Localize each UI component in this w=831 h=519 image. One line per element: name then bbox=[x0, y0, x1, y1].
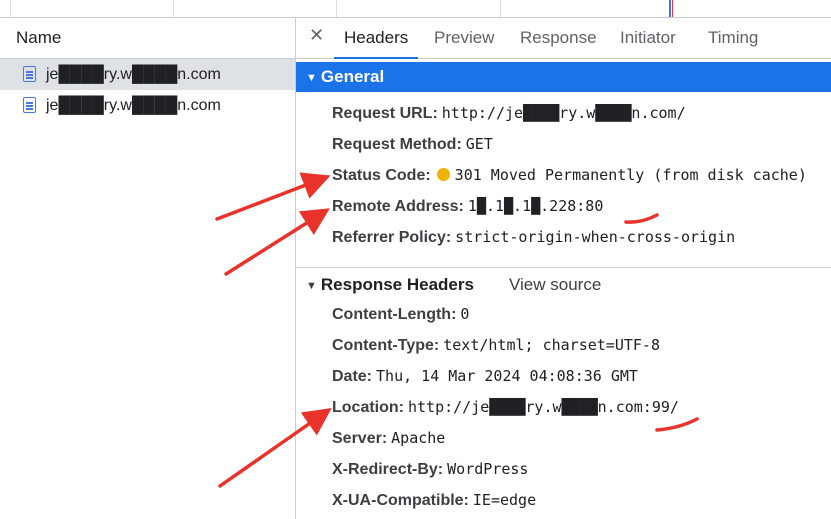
request-name: je████ry.w████n.com bbox=[46, 97, 221, 114]
header-key: Content-Type: bbox=[332, 337, 440, 354]
header-row-status-code: Status Code: 301 Moved Permanently (from … bbox=[332, 160, 807, 191]
header-value[interactable]: strict-origin-when-cross-origin bbox=[455, 228, 735, 246]
details-tab-bar: ✕ Headers Preview Response Initiator Tim… bbox=[296, 18, 831, 59]
header-key: Status Code: bbox=[332, 167, 431, 184]
header-value[interactable]: GET bbox=[466, 135, 493, 153]
request-row[interactable]: je████ry.w████n.com bbox=[0, 59, 295, 90]
tab-headers[interactable]: Headers bbox=[333, 18, 419, 59]
status-dot-icon bbox=[436, 168, 450, 181]
request-name: je████ry.w████n.com bbox=[46, 66, 221, 83]
response-headers-section-header[interactable]: ▼ Response Headers View source bbox=[296, 270, 831, 300]
header-row-content-length: Content-Length: 0 bbox=[332, 299, 469, 330]
header-value[interactable]: 301 Moved Permanently (from disk cache) bbox=[455, 166, 807, 184]
document-icon bbox=[23, 66, 36, 82]
caret-down-icon: ▼ bbox=[306, 72, 317, 84]
timeline-dom-marker bbox=[669, 0, 671, 17]
timeline-gridline bbox=[10, 0, 11, 17]
header-key: Date: bbox=[332, 368, 373, 385]
header-value[interactable]: IE=edge bbox=[473, 491, 536, 509]
timeline-gridline bbox=[336, 0, 337, 17]
header-key: Request Method: bbox=[332, 136, 462, 153]
request-details-panel: ✕ Headers Preview Response Initiator Tim… bbox=[296, 18, 831, 519]
header-key: X-UA-Compatible: bbox=[332, 492, 469, 509]
caret-down-icon: ▼ bbox=[306, 280, 317, 292]
header-row-content-type: Content-Type: text/html; charset=UTF-8 bbox=[332, 330, 660, 361]
header-key: Remote Address: bbox=[332, 198, 464, 215]
header-value[interactable]: Thu, 14 Mar 2024 04:08:36 GMT bbox=[376, 367, 638, 385]
header-key: Content-Length: bbox=[332, 306, 457, 323]
close-icon[interactable]: ✕ bbox=[309, 25, 324, 46]
tab-response[interactable]: Response bbox=[520, 18, 597, 58]
header-row-server: Server: Apache bbox=[332, 423, 445, 454]
view-source-link[interactable]: View source bbox=[509, 270, 601, 300]
section-divider bbox=[296, 267, 831, 268]
request-row[interactable]: je████ry.w████n.com bbox=[0, 90, 295, 121]
section-title: Response Headers bbox=[320, 275, 474, 294]
header-row-request-url: Request URL: http://je████ry.w████n.com/ bbox=[332, 98, 686, 129]
network-timeline-strip bbox=[0, 0, 831, 18]
section-title: General bbox=[320, 67, 385, 86]
header-row-date: Date: Thu, 14 Mar 2024 04:08:36 GMT bbox=[332, 361, 638, 392]
tab-timing[interactable]: Timing bbox=[708, 18, 758, 58]
header-value[interactable]: Apache bbox=[391, 429, 445, 447]
header-key: X-Redirect-By: bbox=[332, 461, 444, 478]
header-value[interactable]: 1█.1█.1█.228:80 bbox=[468, 197, 603, 215]
header-key: Server: bbox=[332, 430, 388, 447]
timeline-gridline bbox=[500, 0, 501, 17]
tab-preview[interactable]: Preview bbox=[434, 18, 494, 58]
general-section-header[interactable]: ▼ General bbox=[296, 62, 831, 92]
tab-initiator[interactable]: Initiator bbox=[620, 18, 676, 58]
header-row-request-method: Request Method: GET bbox=[332, 129, 493, 160]
header-key: Request URL: bbox=[332, 105, 438, 122]
request-list-panel: Name je████ry.w████n.com je████ry.w████n… bbox=[0, 18, 296, 519]
name-column-header[interactable]: Name bbox=[0, 18, 295, 59]
header-key: Referrer Policy: bbox=[332, 229, 452, 246]
header-row-remote-address: Remote Address: 1█.1█.1█.228:80 bbox=[332, 191, 603, 222]
timeline-gridline bbox=[173, 0, 174, 17]
header-value[interactable]: 0 bbox=[460, 305, 469, 323]
header-row-x-ua-compatible: X-UA-Compatible: IE=edge bbox=[332, 485, 536, 516]
header-value[interactable]: http://je████ry.w████n.com/ bbox=[442, 104, 686, 122]
header-key: Location: bbox=[332, 399, 404, 416]
header-row-x-redirect-by: X-Redirect-By: WordPress bbox=[332, 454, 528, 485]
timeline-load-marker bbox=[672, 0, 673, 17]
header-value[interactable]: text/html; charset=UTF-8 bbox=[443, 336, 660, 354]
header-value[interactable]: WordPress bbox=[447, 460, 528, 478]
header-row-location: Location: http://je████ry.w████n.com:99/ bbox=[332, 392, 679, 423]
header-value[interactable]: http://je████ry.w████n.com:99/ bbox=[408, 398, 679, 416]
header-row-referrer-policy: Referrer Policy: strict-origin-when-cross… bbox=[332, 222, 735, 253]
document-icon bbox=[23, 97, 36, 113]
